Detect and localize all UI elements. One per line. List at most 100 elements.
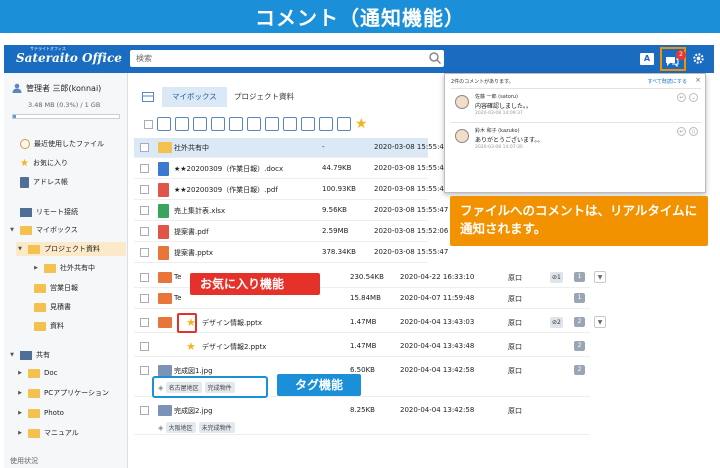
sidebar-item-favorites[interactable]: ★ お気に入り (20, 156, 68, 170)
favorite-callout: お気に入り機能 (190, 273, 320, 295)
tab-project[interactable]: プロジェクト資料 (234, 87, 294, 107)
refresh-icon[interactable] (157, 117, 171, 131)
row-checkbox[interactable] (140, 366, 149, 375)
mark-all-read-link[interactable]: すべて既読にする (647, 78, 687, 85)
chevron-down-icon[interactable]: ▼ (8, 352, 16, 358)
comment-count[interactable]: 2 (574, 341, 585, 351)
search-input[interactable]: 検索 (130, 50, 444, 67)
table-row[interactable]: 完成図2.jpg 8.25KB 2020-04-04 13:42:58 原口 ◈… (134, 401, 590, 435)
sidebar-item-doc[interactable]: ▶ Doc (16, 366, 58, 380)
sidebar-item-photo[interactable]: ▶ Photo (16, 406, 64, 420)
rename-icon[interactable] (337, 117, 351, 131)
table-row[interactable]: 社外共有中 - 2020-03-08 15:55:47 (134, 138, 448, 158)
row-checkbox[interactable] (140, 318, 149, 327)
row-checkbox[interactable] (140, 185, 149, 194)
pptx-file-icon (158, 272, 172, 283)
tag[interactable]: 大阪地区 (165, 422, 196, 433)
favorite-star-icon[interactable]: ★ (186, 340, 196, 353)
menu-chevron-icon[interactable]: ⌄ (689, 93, 698, 102)
download-icon[interactable] (229, 117, 243, 131)
sidebar-item-mybox[interactable]: ▼ マイボックス (8, 223, 78, 237)
notification-button[interactable]: 2 (660, 47, 686, 71)
folder-icon (28, 244, 40, 254)
row-checkbox[interactable] (140, 227, 149, 236)
row-checkbox[interactable] (140, 294, 149, 303)
chevron-down-icon[interactable]: ▼ (16, 246, 24, 252)
comment-count[interactable]: 1 (574, 293, 585, 303)
comment-count[interactable]: 2 (574, 317, 585, 327)
sidebar-item-quotes[interactable]: 見積書 (34, 300, 71, 314)
close-icon[interactable]: × (695, 76, 701, 84)
copy-icon[interactable] (211, 117, 225, 131)
row-checkbox[interactable] (140, 273, 149, 282)
edit-icon[interactable] (265, 117, 279, 131)
sidebar-item-daily-report[interactable]: 営業日報 (34, 281, 78, 295)
sidebar-item-shared[interactable]: ▼ 共有 (8, 348, 50, 362)
row-checkbox[interactable] (140, 206, 149, 215)
tab-mybox[interactable]: マイボックス (162, 87, 227, 107)
reply-icon[interactable]: ↩ (677, 127, 686, 136)
user-icon (12, 83, 22, 93)
sidebar-item-project[interactable]: ▼ プロジェクト資料 (16, 242, 126, 256)
gear-icon[interactable] (692, 52, 705, 65)
row-menu-button[interactable]: ▼ (594, 271, 606, 283)
link-count[interactable]: ⊘1 (550, 272, 563, 283)
favorite-highlight (177, 313, 197, 333)
upload-icon[interactable] (175, 117, 189, 131)
row-checkbox[interactable] (140, 164, 149, 173)
table-row[interactable]: 提案書.pptx 378.34KB 2020-03-08 15:55:47 (134, 243, 448, 263)
comment-item[interactable]: 鈴木 和子 (kazuko) ありがとうございます。。 2020-03-08 1… (451, 122, 701, 155)
sidebar-item-address-book[interactable]: アドレス帳 (20, 175, 68, 189)
monitor-icon (20, 350, 32, 360)
chevron-right-icon[interactable]: ▶ (16, 370, 24, 376)
chevron-right-icon[interactable]: ▶ (16, 410, 24, 416)
tag-highlight (152, 376, 268, 398)
delete-icon[interactable] (319, 117, 333, 131)
table-row[interactable]: ★★20200309（作業日報）.pdf 100.93KB 2020-03-08… (134, 180, 448, 200)
folder-icon (28, 368, 40, 378)
chevron-right-icon[interactable]: ▶ (16, 430, 24, 436)
link-icon[interactable] (247, 117, 261, 131)
chevron-right-icon[interactable]: ▶ (32, 265, 40, 271)
user-name[interactable]: 管理者 三郎(konnai) (12, 83, 101, 94)
sidebar-item-recent[interactable]: 最近使用したファイル (20, 137, 104, 151)
duplicate-icon[interactable] (283, 117, 297, 131)
folder-icon (34, 283, 46, 293)
new-folder-icon[interactable] (193, 117, 207, 131)
monitor-icon (20, 207, 32, 217)
tag[interactable]: 未完成物件 (198, 422, 235, 433)
star-icon[interactable]: ★ (355, 116, 368, 132)
comment-count[interactable]: 2 (574, 365, 585, 375)
chevron-down-icon[interactable]: ▼ (8, 227, 16, 233)
archive-icon[interactable] (301, 117, 315, 131)
table-row[interactable]: 売上集計表.xlsx 9.56KB 2020-03-08 15:55:47 (134, 201, 448, 221)
sidebar-item-usage[interactable]: 使用状況 (10, 454, 38, 468)
table-row[interactable]: ★ デザイン情報2.pptx 1.47MB 2020-04-04 13:43:4… (134, 337, 590, 357)
app-header: サテライトオフィス Sateraito Office 検索 A 2 (4, 45, 714, 73)
row-checkbox[interactable] (140, 342, 149, 351)
table-row[interactable]: 提案書.pdf 2.59MB 2020-03-08 15:52:06 (134, 222, 448, 242)
row-menu-button[interactable]: ▼ (594, 316, 606, 328)
table-row[interactable]: ★★20200309（作業日報）.docx 44.79KB 2020-03-08… (134, 159, 448, 179)
sidebar-item-manual[interactable]: ▶ マニュアル (16, 426, 79, 440)
row-checkbox[interactable] (140, 248, 149, 257)
comment-count[interactable]: 1 (574, 272, 585, 282)
link-count[interactable]: ⊘2 (550, 317, 563, 328)
pdf-file-icon (158, 225, 169, 239)
row-checkbox[interactable] (140, 143, 149, 152)
delete-icon[interactable]: ▯ (689, 127, 698, 136)
pdf-file-icon (158, 183, 169, 197)
select-all-checkbox[interactable] (144, 119, 153, 129)
reply-icon[interactable]: ↩ (677, 93, 686, 102)
chevron-right-icon[interactable]: ▶ (16, 390, 24, 396)
sidebar-item-pc-apps[interactable]: ▶ PCアプリケーション (16, 386, 109, 400)
sidebar-item-remote[interactable]: リモート接続 (20, 205, 78, 219)
sidebar-item-materials[interactable]: 資料 (34, 319, 64, 333)
table-row[interactable]: ★ デザイン情報.pptx 1.47MB 2020-04-04 13:43:03… (134, 313, 606, 333)
language-icon[interactable]: A (640, 53, 654, 65)
search-icon[interactable] (428, 51, 442, 65)
row-checkbox[interactable] (140, 406, 149, 415)
page-banner: コメント（通知機能） (0, 0, 720, 33)
comment-item[interactable]: 佐藤 一郎 (satoru) 内容確認しました。。 2020-03-08 14:… (451, 88, 701, 121)
sidebar-item-external-share[interactable]: ▶ 社外共有中 (32, 261, 95, 275)
